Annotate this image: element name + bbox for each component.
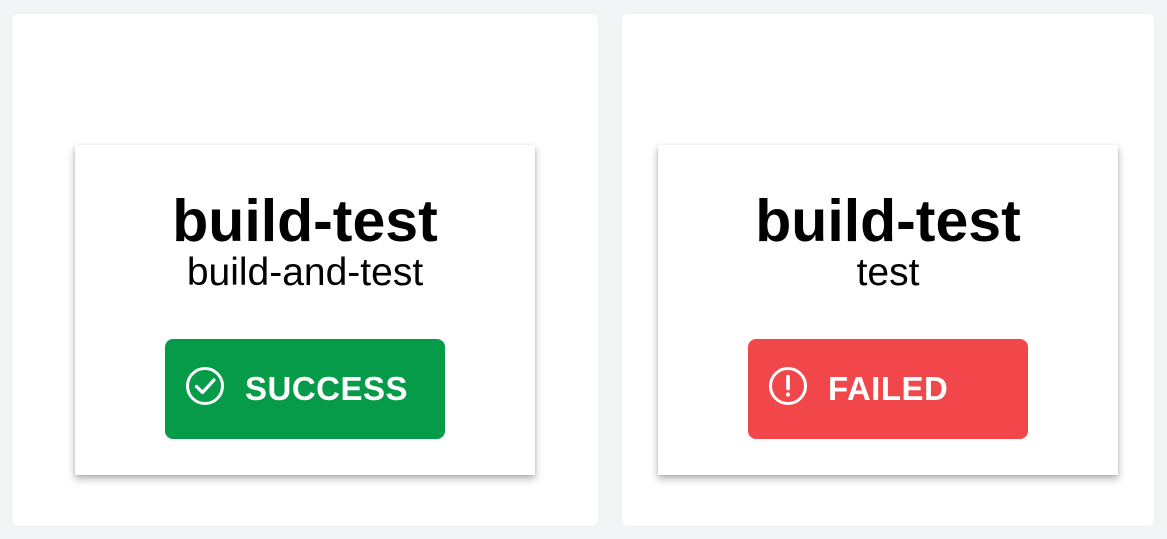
status-badge-failed[interactable]: FAILED [748,339,1028,439]
status-badge-success[interactable]: SUCCESS [165,339,445,439]
job-panel-right: build-test test FAILED [622,14,1154,526]
status-label: SUCCESS [245,370,409,407]
exclamation-circle-icon [769,367,807,405]
job-panel-left: build-test build-and-test SUCCESS [12,14,598,526]
status-label: FAILED [828,370,949,407]
check-circle-icon [186,367,224,405]
job-subtitle: build-and-test [186,251,424,294]
job-title: build-test [172,188,438,254]
job-subtitle: test [856,251,920,294]
job-card[interactable]: build-test build-and-test SUCCESS [75,145,535,475]
job-title: build-test [755,188,1021,254]
job-card[interactable]: build-test test FAILED [658,145,1118,475]
